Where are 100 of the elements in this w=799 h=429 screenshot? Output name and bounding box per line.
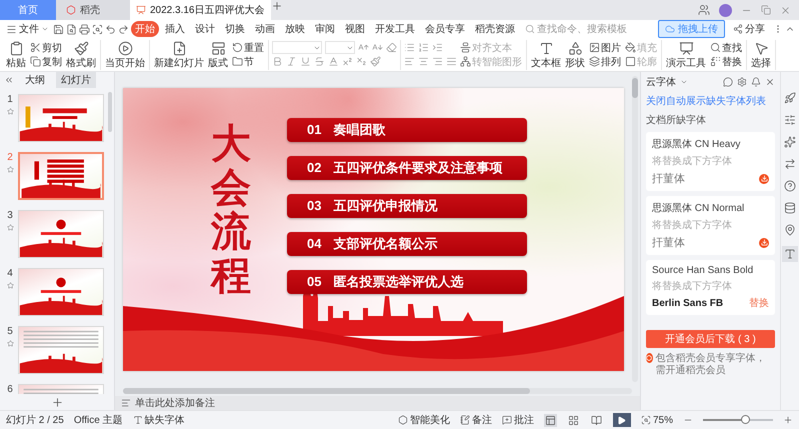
- view-button[interactable]: [544, 414, 557, 426]
- ribbon-tab[interactable]: 设计: [191, 21, 219, 37]
- zoom-in-icon[interactable]: [783, 415, 793, 425]
- ribbon-tab[interactable]: 稻壳资源: [471, 21, 519, 37]
- rocket-icon[interactable]: [784, 92, 796, 104]
- swap-icon[interactable]: [784, 158, 796, 170]
- file-menu[interactable]: 文件: [4, 22, 51, 36]
- star-icon: [6, 340, 14, 347]
- undo-icon[interactable]: [105, 24, 116, 34]
- view-button[interactable]: [590, 414, 603, 426]
- chat-icon[interactable]: [723, 77, 733, 87]
- ribbon-tab[interactable]: 审阅: [311, 21, 339, 37]
- toolbar-button[interactable]: 替换: [709, 54, 743, 68]
- slide-thumbnail[interactable]: [18, 152, 104, 200]
- font-color-icon[interactable]: [328, 56, 339, 67]
- toolbar-button[interactable]: 排列: [588, 54, 622, 68]
- toolbar-button[interactable]: 图片: [588, 40, 622, 54]
- italic-icon[interactable]: [286, 56, 297, 67]
- panel-tab[interactable]: 大纲: [20, 72, 50, 88]
- superscript-icon[interactable]: [342, 56, 353, 67]
- search-icon: [710, 42, 721, 53]
- sliders-icon[interactable]: [784, 114, 796, 126]
- save-icon[interactable]: [53, 24, 64, 34]
- window-tab[interactable]: 2022.3.16日五四评优大会: [130, 0, 270, 20]
- agenda-number: 01: [307, 122, 322, 137]
- toolbar-button[interactable]: 版式: [207, 40, 229, 70]
- panel-tab[interactable]: 幻灯片: [56, 72, 96, 88]
- notes-button[interactable]: 备注: [460, 413, 492, 427]
- slide-number: 1: [7, 94, 13, 105]
- slide-thumbnail[interactable]: [18, 210, 104, 258]
- database-icon[interactable]: [784, 202, 796, 214]
- scrollbar[interactable]: [108, 92, 112, 132]
- new-tab-icon[interactable]: [270, 0, 282, 12]
- eraser-icon: [386, 42, 397, 53]
- underline-icon[interactable]: [300, 56, 311, 67]
- slide-thumbnail[interactable]: [18, 94, 104, 142]
- missing-fonts-button[interactable]: 缺失字体: [132, 413, 185, 427]
- zoom-thumb[interactable]: [741, 415, 750, 424]
- slide-thumbnail[interactable]: [18, 268, 104, 316]
- toolbar-button[interactable]: 复制: [29, 54, 63, 68]
- ribbon-tab[interactable]: 动画: [251, 21, 279, 37]
- download-icon[interactable]: [759, 238, 769, 248]
- close-icon[interactable]: [780, 4, 791, 16]
- justify-icon[interactable]: [446, 56, 457, 67]
- window-tab[interactable]: 稻壳: [56, 0, 130, 20]
- toolbar-button[interactable]: 格式刷: [65, 40, 97, 70]
- toolbar-button[interactable]: 选择: [750, 40, 772, 70]
- toolbar-button[interactable]: 剪切: [29, 40, 63, 54]
- play-button[interactable]: [612, 413, 631, 427]
- add-slide-icon[interactable]: [50, 396, 64, 408]
- sparkles-icon[interactable]: [784, 136, 796, 148]
- settings-icon[interactable]: [737, 77, 747, 87]
- notes-field[interactable]: 单击此处添加备注: [115, 396, 640, 410]
- align-right-icon[interactable]: [432, 56, 443, 67]
- help-icon[interactable]: [784, 180, 796, 192]
- toolbar-button[interactable]: 当页开始: [104, 40, 146, 70]
- slide-thumbnail[interactable]: [18, 326, 104, 374]
- ribbon-tab[interactable]: 插入: [161, 21, 189, 37]
- folder-icon: [232, 56, 243, 67]
- toolbar-button[interactable]: 节: [231, 54, 265, 68]
- bell-icon[interactable]: [751, 77, 761, 87]
- ribbon-tab[interactable]: 开发工具: [371, 21, 419, 37]
- toolbar-button[interactable]: 演示工具: [665, 40, 707, 70]
- align-left-icon[interactable]: [404, 56, 415, 67]
- pin-icon[interactable]: [784, 224, 796, 236]
- toolbar-button[interactable]: 粘贴: [5, 40, 27, 70]
- print-icon[interactable]: [79, 24, 90, 34]
- numbered-list-icon[interactable]: [418, 42, 429, 53]
- star-icon: [6, 108, 14, 115]
- zoom-button[interactable]: 75%: [640, 414, 673, 426]
- beautify-button[interactable]: 智能美化: [398, 413, 450, 427]
- toolbar-button[interactable]: 重置: [231, 40, 265, 54]
- logo-icon: [66, 5, 76, 15]
- toolbar-button[interactable]: 形状: [564, 40, 586, 70]
- font-icon[interactable]: [784, 248, 796, 260]
- toolbar-button[interactable]: 文本框: [530, 40, 562, 70]
- download-icon[interactable]: [759, 174, 769, 184]
- highlight-icon[interactable]: [370, 56, 381, 67]
- close-icon[interactable]: [765, 77, 775, 87]
- redo-icon[interactable]: [118, 24, 129, 34]
- subscript-icon[interactable]: [356, 56, 367, 67]
- ribbon-tab[interactable]: 视图: [341, 21, 369, 37]
- strikethrough-icon[interactable]: [314, 56, 325, 67]
- view-button[interactable]: [566, 414, 580, 426]
- avatar[interactable]: [719, 4, 732, 16]
- toolbar-button[interactable]: 查找: [709, 40, 743, 54]
- share-button[interactable]: 分享: [727, 21, 771, 37]
- ribbon-tab[interactable]: 放映: [281, 21, 309, 37]
- restore-icon[interactable]: [761, 5, 771, 15]
- collapse-icon[interactable]: [4, 75, 14, 85]
- bold-icon[interactable]: [272, 56, 283, 67]
- toolbar-button[interactable]: 新建幻灯片: [153, 40, 205, 70]
- comments-button[interactable]: 批注: [502, 413, 534, 427]
- ribbon-tab[interactable]: 会员专享: [421, 21, 469, 37]
- preview-icon[interactable]: [92, 24, 103, 34]
- scrollbar[interactable]: [632, 76, 638, 382]
- ribbon-tab[interactable]: 切换: [221, 21, 249, 37]
- align-center-icon[interactable]: [418, 56, 429, 67]
- indent-icon[interactable]: [432, 42, 443, 53]
- scrollbar[interactable]: [123, 388, 632, 394]
